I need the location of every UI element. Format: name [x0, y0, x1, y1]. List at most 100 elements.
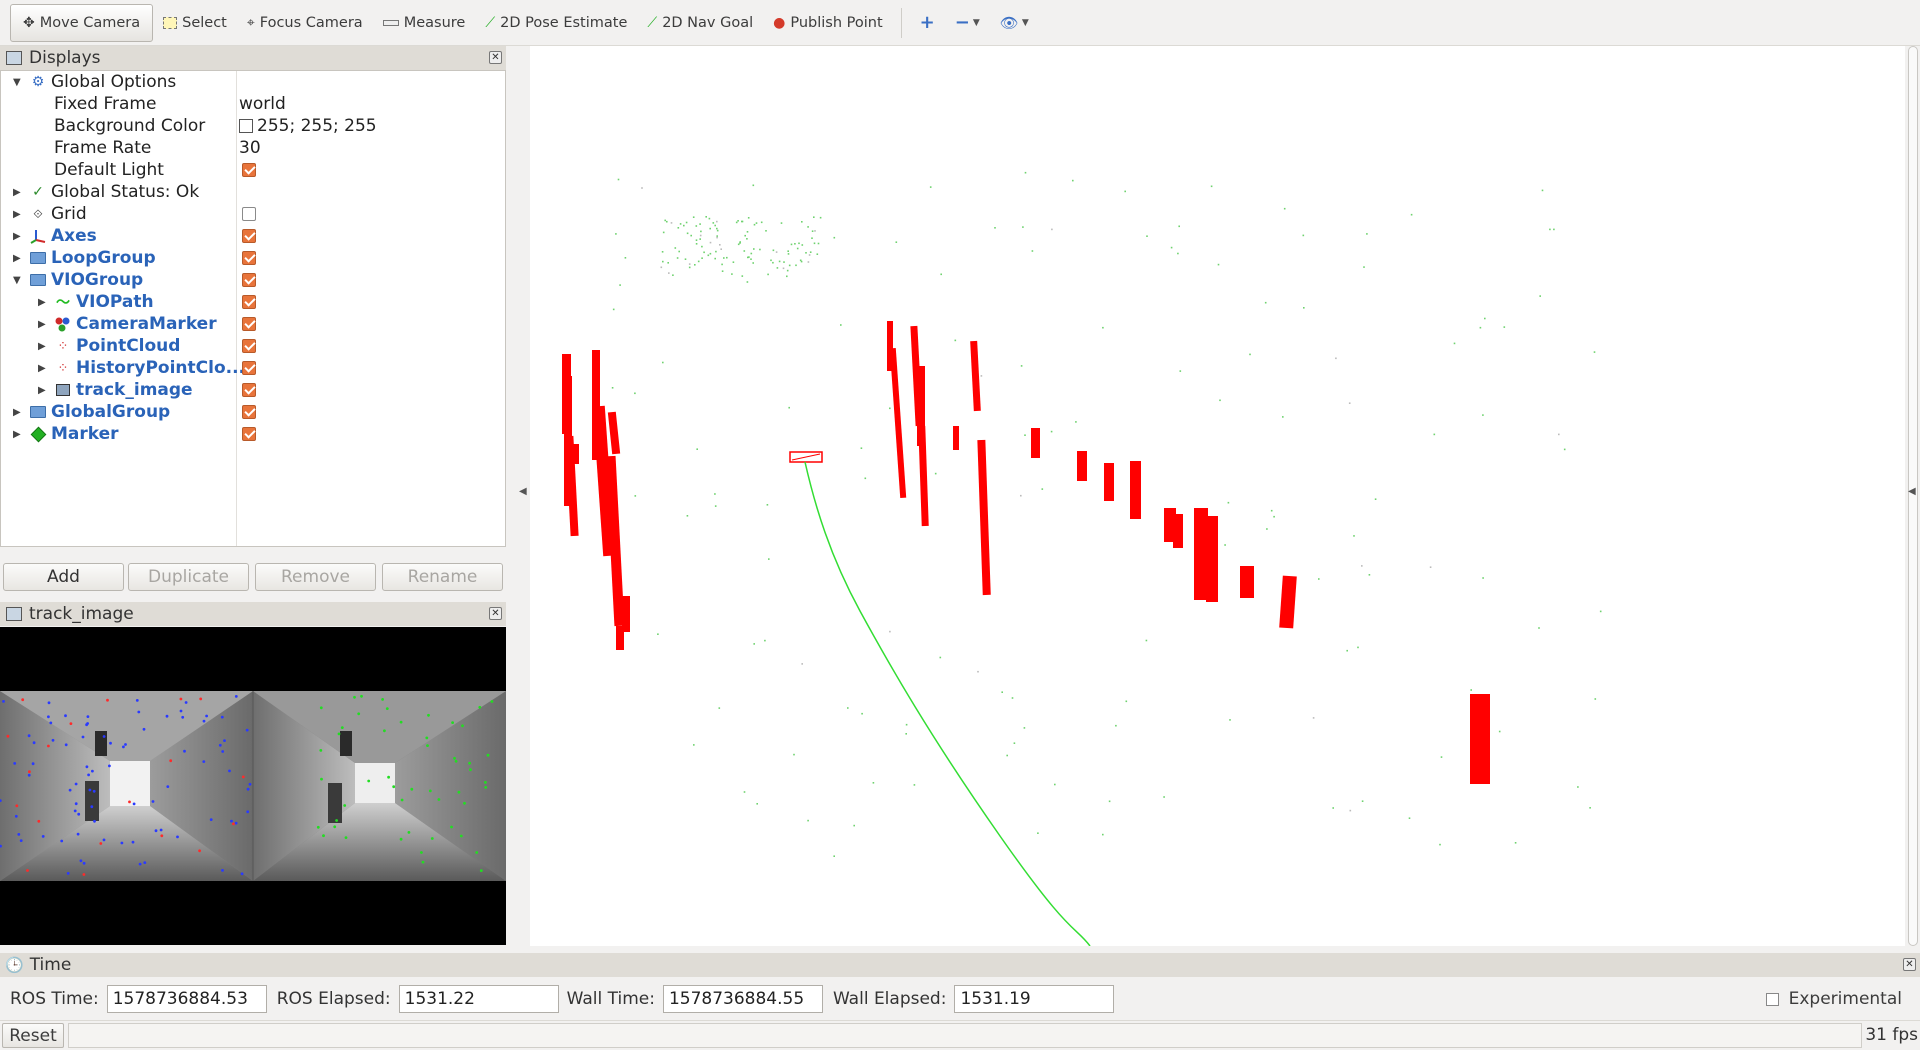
grid-checkbox[interactable] — [242, 207, 256, 221]
add-button[interactable]: Add — [3, 563, 124, 591]
wall-time-field[interactable]: 1578736884.55 — [662, 985, 823, 1013]
view-tool-button[interactable]: 👁 ▼ — [990, 4, 1039, 42]
expand-arrow-icon[interactable]: ▼ — [13, 77, 21, 88]
background-color-value[interactable]: 255; 255; 255 — [239, 116, 377, 136]
right-splitter[interactable]: ◀ — [1905, 46, 1920, 946]
tree-row-pointcloud[interactable]: ▶ ⁘ PointCloud — [1, 335, 505, 357]
expand-arrow-icon[interactable]: ▶ — [13, 209, 21, 220]
tracked-feature — [484, 781, 487, 784]
tree-row-marker[interactable]: ▶ Marker — [1, 423, 505, 445]
wall-elapsed-field[interactable]: 1531.19 — [954, 985, 1115, 1013]
tree-row-global-status[interactable]: ▶ ✓ Global Status: Ok — [1, 181, 505, 203]
expand-arrow-icon[interactable]: ▶ — [13, 231, 21, 242]
pointcloud-checkbox[interactable] — [242, 339, 256, 353]
3d-viewport[interactable] — [530, 46, 1905, 947]
collapse-arrow-icon[interactable]: ▼ — [13, 275, 21, 286]
tracked-feature — [31, 762, 35, 766]
feature-point — [895, 241, 898, 243]
tree-row-grid[interactable]: ▶ ⟐ Grid — [1, 203, 505, 225]
loopgroup-checkbox[interactable] — [242, 251, 256, 265]
historypointcloud-label: HistoryPointClo... — [76, 358, 245, 378]
fixed-frame-value[interactable]: world — [239, 94, 286, 114]
ros-time-field[interactable]: 1578736884.53 — [106, 985, 267, 1013]
historypointcloud-checkbox[interactable] — [242, 361, 256, 375]
feature-point — [775, 251, 778, 253]
feature-point — [744, 234, 746, 237]
feature-point — [786, 275, 788, 278]
rename-button[interactable]: Rename — [382, 563, 503, 591]
close-icon[interactable]: ✕ — [489, 607, 502, 620]
default-light-checkbox[interactable] — [242, 163, 256, 177]
feature-point — [1217, 263, 1220, 266]
expand-arrow-icon[interactable]: ▶ — [13, 407, 21, 418]
tracked-feature — [176, 835, 179, 839]
track-image-checkbox[interactable] — [242, 383, 256, 397]
tree-row-background-color[interactable]: Background Color 255; 255; 255 — [1, 115, 505, 137]
close-icon[interactable]: ✕ — [1903, 958, 1916, 971]
add-tool-button[interactable]: + — [910, 4, 945, 42]
expand-arrow-icon[interactable]: ▶ — [13, 429, 21, 440]
tree-row-fixed-frame[interactable]: Fixed Frame world — [1, 93, 505, 115]
duplicate-button[interactable]: Duplicate — [128, 563, 249, 591]
viogroup-checkbox[interactable] — [242, 273, 256, 287]
tree-row-axes[interactable]: ▶ Axes — [1, 225, 505, 247]
expand-arrow-icon[interactable]: ▶ — [38, 297, 46, 308]
feature-point — [1115, 724, 1117, 727]
reset-button[interactable]: Reset — [2, 1023, 64, 1048]
tracked-feature — [383, 729, 386, 733]
feature-point — [772, 249, 775, 252]
tree-row-default-light[interactable]: Default Light — [1, 159, 505, 181]
tracked-feature — [241, 775, 245, 779]
globalgroup-checkbox[interactable] — [242, 405, 256, 419]
feature-point — [807, 226, 809, 228]
cameramarker-checkbox[interactable] — [242, 317, 256, 331]
tree-row-loopgroup[interactable]: ▶ LoopGroup — [1, 247, 505, 269]
tree-row-track-image[interactable]: ▶ track_image — [1, 379, 505, 401]
feature-point — [705, 216, 707, 218]
tracked-feature — [459, 834, 463, 838]
remove-button[interactable]: Remove — [255, 563, 376, 591]
tracked-feature — [454, 759, 458, 763]
expand-arrow-icon[interactable]: ▶ — [38, 341, 46, 352]
tree-row-frame-rate[interactable]: Frame Rate 30 — [1, 137, 505, 159]
focus-camera-tool[interactable]: ⌖ Focus Camera — [237, 4, 373, 42]
publish-point-tool[interactable]: ● Publish Point — [763, 4, 893, 42]
feature-point — [1303, 307, 1305, 309]
move-camera-tool[interactable]: ✥ Move Camera — [10, 3, 154, 42]
feature-point — [624, 257, 627, 259]
expand-arrow-icon[interactable]: ▶ — [38, 319, 46, 330]
nav-goal-tool[interactable]: ⟋ 2D Nav Goal — [637, 4, 763, 42]
pose-estimate-tool[interactable]: ⟋ 2D Pose Estimate — [475, 4, 637, 42]
experimental-checkbox[interactable] — [1765, 992, 1779, 1006]
tree-row-cameramarker[interactable]: ▶ CameraMarker — [1, 313, 505, 335]
axes-checkbox[interactable] — [242, 229, 256, 243]
tracked-feature — [248, 782, 252, 786]
expand-arrow-icon[interactable]: ▶ — [38, 363, 46, 374]
expand-arrow-icon[interactable]: ▶ — [13, 253, 21, 264]
tree-row-viogroup[interactable]: ▼ VIOGroup — [1, 269, 505, 291]
measure-tool[interactable]: Measure — [373, 4, 476, 42]
viopath-checkbox[interactable] — [242, 295, 256, 309]
frame-rate-value[interactable]: 30 — [239, 138, 261, 158]
remove-tool-button[interactable]: − ▼ — [945, 4, 990, 42]
gear-icon: ⚙ — [31, 74, 45, 90]
tree-row-globalgroup[interactable]: ▶ GlobalGroup — [1, 401, 505, 423]
ros-elapsed-field[interactable]: 1531.22 — [398, 985, 559, 1013]
tree-row-viopath[interactable]: ▶ 〜 VIOPath — [1, 291, 505, 313]
left-splitter[interactable]: ◀ — [516, 46, 530, 946]
tree-row-historypointcloud[interactable]: ▶ ⁘ HistoryPointClo... — [1, 357, 505, 379]
close-icon[interactable]: ✕ — [489, 51, 502, 64]
marker-checkbox[interactable] — [242, 427, 256, 441]
expand-arrow-icon[interactable]: ▶ — [38, 385, 46, 396]
select-tool[interactable]: Select — [153, 4, 237, 42]
tracked-feature — [160, 834, 164, 838]
experimental-toggle[interactable]: Experimental — [1765, 989, 1902, 1009]
feature-point — [741, 220, 744, 223]
color-swatch[interactable] — [239, 119, 253, 133]
feature-point — [1553, 228, 1555, 231]
tracked-feature — [87, 773, 90, 777]
tracked-feature — [490, 700, 494, 703]
expand-arrow-icon[interactable]: ▶ — [13, 187, 21, 198]
tree-row-global-options[interactable]: ▼ ⚙ Global Options — [1, 71, 505, 93]
feature-point — [699, 238, 701, 240]
